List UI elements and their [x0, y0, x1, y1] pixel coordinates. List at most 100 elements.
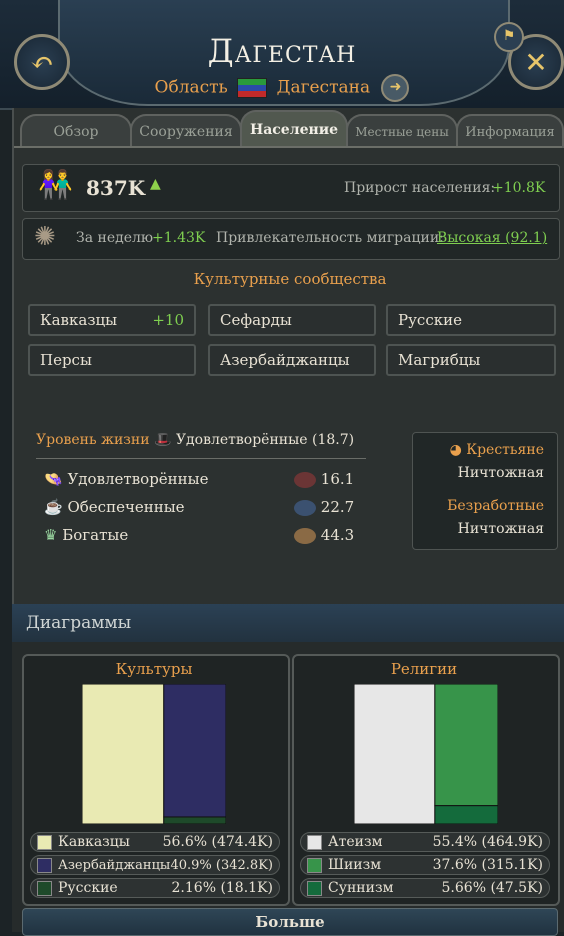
living-row-satisfied[interactable]: 👒 Удовлетворённые	[44, 470, 209, 488]
region-name-link[interactable]: Дагестана	[277, 78, 370, 98]
living-row-value: 44.3	[294, 526, 354, 544]
cup-icon: ☕	[44, 498, 63, 516]
culture-item-sephardic[interactable]: Сефарды	[208, 304, 376, 336]
religions-legend: Атеизм 55.4% (464.9K) Шиизм 37.6% (315.1K)…	[300, 832, 550, 898]
living-row-name: Удовлетворённые	[67, 470, 209, 488]
culture-name: Персы	[40, 351, 92, 369]
living-standard: Уровень жизни 🎩 Удовлетворённые (18.7)	[36, 432, 354, 448]
growth-label: Прирост населения:	[344, 180, 496, 196]
tab-label: Население	[249, 122, 339, 138]
living-row-value: 22.7	[294, 498, 354, 516]
chart-segment[interactable]	[82, 684, 165, 824]
diagrams-header: Диаграммы	[12, 604, 564, 642]
status-icon	[294, 472, 316, 488]
culture-name: Сефарды	[220, 311, 292, 329]
tab-label: Сооружения	[139, 124, 233, 140]
region-subtitle: Область Дагестана ➜	[0, 74, 564, 102]
culture-item-maghrebi[interactable]: Магрибцы	[386, 344, 556, 376]
go-to-region-button[interactable]: ➜	[381, 74, 410, 102]
culture-item-azerbaijani[interactable]: Азербайджанцы	[208, 344, 376, 376]
legend-value: 40.9% (342.8K)	[170, 857, 273, 873]
cultures-chart[interactable]	[82, 684, 226, 824]
weekly-value: +1.43K	[152, 230, 206, 246]
living-value-text: 22.7	[320, 498, 355, 516]
growth-value: +10.8K	[492, 180, 546, 196]
legend-value: 56.6% (474.4K)	[162, 834, 273, 850]
legend-name: Азербайджанцы	[58, 857, 171, 873]
unemployed-value: Ничтожная	[457, 521, 544, 537]
living-row-name: Богатые	[62, 526, 129, 544]
cultures-title: Культурные сообщества	[193, 270, 387, 288]
tab-information[interactable]: Информация	[456, 114, 564, 148]
legend-row[interactable]: Атеизм 55.4% (464.9K)	[300, 832, 550, 852]
culture-name: Кавказцы	[40, 311, 118, 329]
tab-label: Обзор	[53, 124, 99, 140]
cultures-legend: Кавказцы 56.6% (474.4K) Азербайджанцы 40.9…	[30, 832, 280, 898]
living-divider	[36, 458, 366, 459]
peasants-label-text: Крестьяне	[466, 442, 544, 458]
legend-row[interactable]: Азербайджанцы 40.9% (342.8K)	[30, 855, 280, 875]
legend-row[interactable]: Шиизм 37.6% (315.1K)	[300, 855, 550, 875]
growth-up-icon: ▲	[150, 176, 161, 192]
peasant-icon: ◕	[449, 442, 462, 458]
culture-item-persian[interactable]: Персы	[28, 344, 196, 376]
chart-segment[interactable]	[354, 684, 436, 824]
population-total: 837K	[86, 176, 146, 200]
flag-icon	[237, 78, 268, 98]
living-value-text: 44.3	[320, 526, 355, 544]
hat-icon: 👒	[44, 470, 63, 488]
living-row-name: Обеспеченные	[67, 498, 185, 516]
tab-overview[interactable]: Обзор	[20, 114, 132, 148]
culture-item-caucasian[interactable]: Кавказцы +10	[28, 304, 196, 336]
armchair-icon: ♛	[44, 526, 58, 544]
chart-segment[interactable]	[434, 805, 498, 824]
legend-name: Атеизм	[328, 834, 383, 850]
legend-swatch	[307, 880, 322, 896]
peasants-label: ◕ Крестьяне	[420, 442, 544, 458]
status-icon	[294, 500, 316, 516]
region-prefix: Область	[154, 77, 228, 98]
chart-segment[interactable]	[163, 816, 226, 824]
hat-icon: 🎩	[154, 432, 172, 448]
tab-divider	[14, 146, 562, 148]
migration-label: Привлекательность миграции:	[216, 230, 444, 246]
legend-swatch	[307, 834, 322, 850]
living-row-value: 16.1	[294, 470, 354, 488]
legend-row[interactable]: Русские 2.16% (18.1K)	[30, 878, 280, 898]
legend-swatch	[307, 857, 322, 873]
culture-value: +10	[152, 311, 184, 329]
culture-name: Магрибцы	[398, 351, 481, 369]
legend-name: Кавказцы	[58, 834, 130, 850]
migration-value-link[interactable]: Высокая (92.1)	[437, 230, 547, 246]
culture-name: Азербайджанцы	[220, 351, 350, 369]
living-row-wealthy[interactable]: ☕ Обеспеченные	[44, 498, 185, 516]
tab-label: Местные цены	[355, 125, 449, 139]
religions-chart-title: Религии	[390, 660, 458, 678]
living-value-text: 16.1	[320, 470, 355, 488]
living-label: Уровень жизни	[36, 432, 150, 448]
religions-chart[interactable]	[354, 684, 498, 824]
tab-buildings[interactable]: Сооружения	[130, 114, 242, 148]
migration-icon: ✺	[34, 222, 56, 252]
culture-item-russian[interactable]: Русские	[386, 304, 556, 336]
living-row-rich[interactable]: ♛ Богатые	[44, 526, 128, 544]
tab-local-prices[interactable]: Местные цены	[346, 114, 458, 148]
unemployed-label: Безработные	[447, 498, 544, 514]
status-icon	[294, 528, 316, 544]
population-icon: 👫	[38, 168, 73, 201]
legend-name: Суннизм	[328, 880, 394, 896]
chart-segment[interactable]	[434, 684, 498, 807]
legend-row[interactable]: Кавказцы 56.6% (474.4K)	[30, 832, 280, 852]
cultures-chart-title: Культуры	[115, 660, 193, 678]
tab-population[interactable]: Население	[240, 110, 348, 148]
legend-name: Шиизм	[328, 857, 382, 873]
chart-segment[interactable]	[163, 684, 226, 818]
legend-value: 55.4% (464.9K)	[432, 834, 543, 850]
legend-swatch	[37, 857, 52, 873]
living-value: Удовлетворённые (18.7)	[175, 432, 355, 448]
peasants-value: Ничтожная	[457, 465, 544, 481]
legend-swatch	[37, 880, 52, 896]
legend-row[interactable]: Суннизм 5.66% (47.5K)	[300, 878, 550, 898]
legend-value: 2.16% (18.1K)	[171, 880, 273, 896]
legend-swatch	[37, 834, 52, 850]
